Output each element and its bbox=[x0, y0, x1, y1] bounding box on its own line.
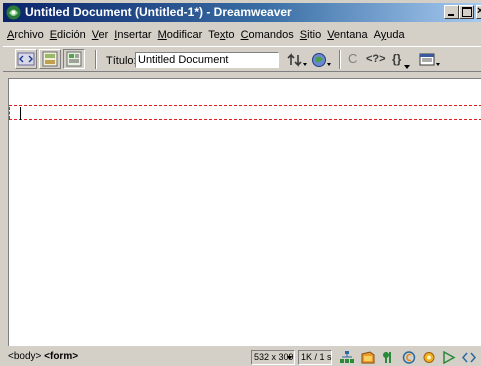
view-options-icon[interactable] bbox=[418, 51, 442, 69]
form-outline[interactable] bbox=[9, 105, 481, 120]
title-label: Título: bbox=[106, 55, 137, 67]
assets-launcher-icon[interactable] bbox=[361, 351, 375, 364]
menu-texto[interactable]: Texto bbox=[205, 28, 237, 42]
design-view-button[interactable] bbox=[63, 49, 85, 69]
code-inspector-launcher-icon[interactable] bbox=[462, 351, 476, 364]
download-stats: 1K / 1 s bbox=[298, 350, 332, 365]
window-size-popup[interactable]: 532 x 309 bbox=[251, 350, 295, 365]
refresh-icon[interactable]: C bbox=[348, 50, 357, 68]
split-view-button[interactable] bbox=[39, 49, 61, 69]
design-view-icon bbox=[66, 51, 82, 67]
status-bar: <body> <form> 532 x 309 1K / 1 s bbox=[8, 350, 481, 366]
toolbar-separator bbox=[95, 50, 97, 69]
menu-ventana[interactable]: Ventana bbox=[324, 28, 370, 42]
menu-edicion[interactable]: Edición bbox=[47, 28, 89, 42]
html-styles-launcher-icon[interactable] bbox=[382, 351, 396, 364]
design-view-document[interactable] bbox=[8, 78, 481, 346]
menu-archivo[interactable]: Archivo bbox=[4, 28, 47, 42]
text-cursor bbox=[20, 107, 21, 120]
behaviors-launcher-icon[interactable] bbox=[422, 351, 436, 364]
site-launcher-icon[interactable] bbox=[340, 351, 354, 364]
braces-icon[interactable]: {} bbox=[392, 50, 401, 68]
chevron-down-icon[interactable] bbox=[404, 58, 410, 76]
code-navigation-icon[interactable]: <?> bbox=[366, 50, 386, 68]
menu-insertar[interactable]: Insertar bbox=[111, 28, 154, 42]
timelines-launcher-icon[interactable] bbox=[442, 351, 456, 364]
toolbar-separator bbox=[339, 50, 341, 69]
dreamweaver-window: Untitled Document (Untitled-1*) - Dreamw… bbox=[0, 0, 481, 366]
window-title: Untitled Document (Untitled-1*) - Dreamw… bbox=[25, 5, 292, 19]
title-bar[interactable]: Untitled Document (Untitled-1*) - Dreamw… bbox=[3, 3, 481, 22]
code-view-button[interactable] bbox=[15, 49, 37, 69]
menu-modificar[interactable]: Modificar bbox=[155, 28, 206, 42]
preview-in-browser-icon[interactable] bbox=[311, 51, 333, 69]
tag-selector: <body> <form> bbox=[8, 351, 78, 362]
dreamweaver-app-icon[interactable] bbox=[6, 5, 21, 20]
document-title-input[interactable] bbox=[135, 52, 279, 68]
close-button[interactable]: × bbox=[476, 5, 481, 19]
minimize-button[interactable] bbox=[444, 5, 459, 19]
tag-form[interactable]: <form> bbox=[44, 351, 78, 362]
menu-sitio[interactable]: Sitio bbox=[297, 28, 324, 42]
menu-ayuda[interactable]: Ayuda bbox=[371, 28, 408, 42]
menu-bar: Archivo Edición Ver Insertar Modificar Texto C… bbox=[4, 28, 408, 44]
minimize-icon bbox=[448, 14, 454, 16]
css-styles-launcher-icon[interactable] bbox=[402, 351, 416, 364]
split-view-icon bbox=[42, 51, 58, 67]
document-toolbar: Título: C <?> {} bbox=[3, 46, 481, 72]
tag-body[interactable]: <body> bbox=[8, 351, 41, 362]
download-stats-label: 1K / 1 s bbox=[301, 352, 332, 362]
close-icon: × bbox=[477, 5, 481, 17]
menu-comandos[interactable]: Comandos bbox=[238, 28, 297, 42]
code-view-icon bbox=[17, 52, 35, 66]
form-left-edge bbox=[9, 107, 12, 119]
file-management-icon[interactable] bbox=[286, 51, 308, 69]
maximize-button[interactable] bbox=[459, 5, 474, 19]
menu-ver[interactable]: Ver bbox=[89, 28, 112, 42]
maximize-icon bbox=[462, 7, 472, 17]
chevron-down-icon bbox=[287, 356, 292, 360]
